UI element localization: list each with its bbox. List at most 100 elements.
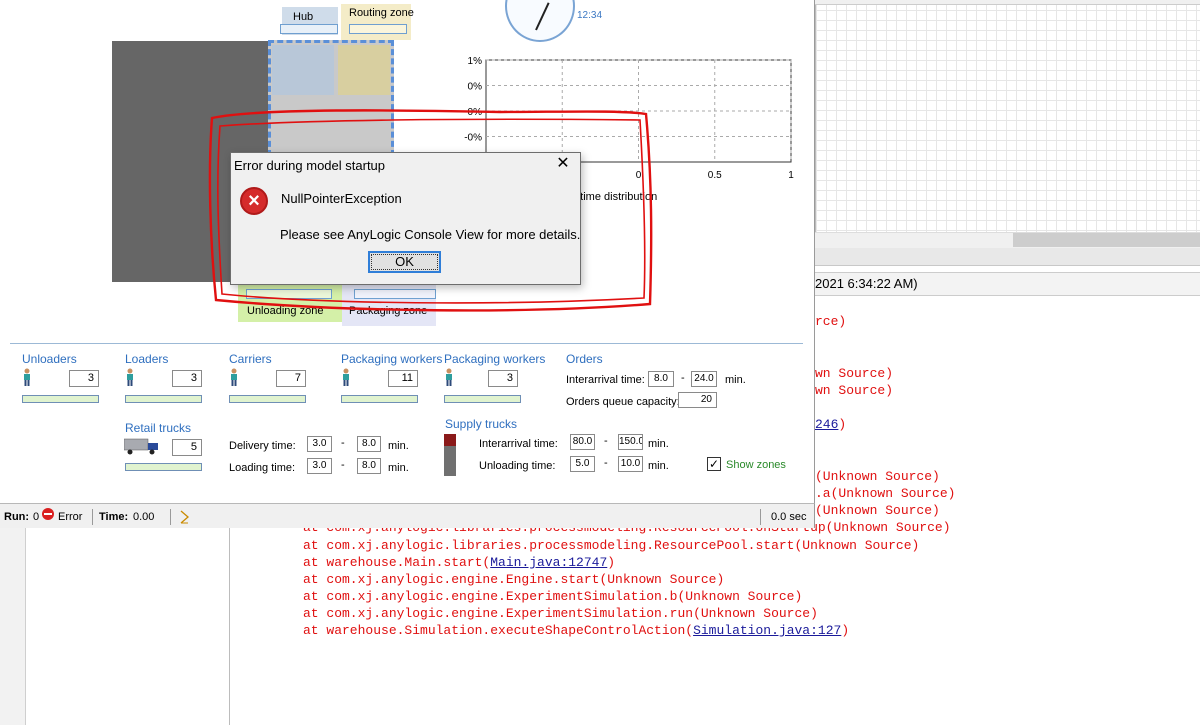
unloaders-count-field[interactable]: 3 (69, 370, 99, 387)
time-label: Time: (99, 511, 129, 523)
console-header-text: 2021 6:34:22 AM) (815, 276, 918, 291)
delivery-unit-label: min. (388, 440, 409, 452)
console-source-link[interactable]: Main.java:12747 (490, 555, 607, 570)
console-line-text: (Unknown Source) (815, 469, 940, 484)
range-dash: - (604, 457, 608, 469)
chart-x-tick-label: 0 (636, 170, 642, 181)
console-line-text: at com.xj.anylogic.engine.ExperimentSimu… (303, 606, 818, 621)
loading-time-min-field[interactable]: 3.0 (307, 458, 332, 474)
retail-trucks-title: Retail trucks (125, 421, 192, 435)
supply-interarrival-min-field[interactable]: 80.0 (570, 434, 595, 450)
loaders-title: Loaders (125, 352, 169, 366)
packaging-workers-count-field[interactable]: 11 (388, 370, 418, 387)
chart-x-tick-label: 0.5 (708, 170, 722, 181)
console-line: (Unknown Source) (815, 468, 940, 485)
editor-top-edge (815, 0, 1200, 5)
range-dash: - (341, 459, 345, 471)
editor-scrollbar-thumb[interactable] (1013, 233, 1200, 247)
orders-title: Orders (566, 352, 603, 366)
orders-interarrival-max-field[interactable]: 24.0 (691, 371, 717, 387)
editor-bottom-strip (815, 248, 1200, 266)
console-line: rce) (815, 313, 846, 330)
editor-canvas-grid (815, 0, 1200, 232)
packaging-workers-title-2: Packaging workers (444, 352, 546, 366)
chart-y-tick-label: -0% (464, 107, 482, 118)
console-source-link[interactable]: Simulation.java:127 (693, 623, 841, 638)
delivery-time-min-field[interactable]: 3.0 (307, 436, 332, 452)
unloaders-utilization-bar (22, 395, 99, 403)
unloading-zone-label: Unloading zone (247, 305, 324, 317)
supply-interarrival-max-field[interactable]: 150.0 (618, 434, 643, 450)
show-zones-checkbox[interactable]: ✓ (707, 457, 721, 471)
chart-y-tick-label: 0% (468, 82, 483, 93)
packaging-workers-count-field-2[interactable]: 3 (488, 370, 518, 387)
console-line-text: .a(Unknown Source) (815, 486, 956, 501)
console-line: wn Source) (815, 382, 893, 399)
orders-interarrival-min-field[interactable]: 8.0 (648, 371, 674, 387)
run-label: Run: (4, 511, 30, 523)
packaging-workers-title: Packaging workers (341, 352, 443, 366)
console-line-text: ) (607, 555, 616, 570)
error-status-label: Error (58, 511, 83, 523)
carriers-title: Carriers (229, 352, 272, 366)
console-line: (Unknown Source) (815, 502, 940, 519)
loading-time-max-field[interactable]: 8.0 (357, 458, 381, 474)
supply-unloading-min-field[interactable]: 5.0 (570, 456, 595, 472)
truck-icon (124, 438, 158, 455)
ide-left-panel (0, 503, 230, 725)
loaders-count-field[interactable]: 3 (172, 370, 202, 387)
console-line: at warehouse.Simulation.executeShapeCont… (303, 622, 849, 639)
packaging-workers-utilization-bar-2 (444, 395, 521, 403)
person-icon (343, 368, 349, 386)
console-line-text: at com.xj.anylogic.engine.ExperimentSimu… (303, 589, 803, 604)
status-separator (760, 509, 761, 525)
supply-unloading-label: Unloading time: (479, 460, 556, 472)
range-dash: - (341, 437, 345, 449)
error-status-icon (42, 508, 54, 520)
carriers-utilization-bar (229, 395, 306, 403)
storage-cell (338, 45, 390, 95)
dialog-title: Error during model startup (234, 158, 386, 173)
person-icon (231, 368, 237, 386)
clock-time-text: 12:34 (577, 10, 603, 21)
supply-unloading-unit: min. (648, 460, 669, 472)
console-line: at com.xj.anylogic.engine.ExperimentSimu… (303, 588, 802, 605)
delivery-time-label: Delivery time: (229, 440, 296, 452)
step-forward-icon[interactable] (180, 510, 190, 524)
person-icon (127, 368, 133, 386)
chart-y-tick-label: 1% (468, 56, 483, 67)
loading-time-label: Loading time: (229, 462, 296, 474)
ide-left-rail (0, 503, 26, 725)
supply-trucks-title: Supply trucks (445, 417, 518, 431)
orders-queue-capacity-field[interactable]: 20 (678, 392, 717, 408)
console-line-text: at com.xj.anylogic.engine.Engine.start(U… (303, 572, 725, 587)
console-source-link[interactable]: 246 (815, 417, 838, 432)
console-line: at com.xj.anylogic.engine.Engine.start(U… (303, 571, 724, 588)
close-icon[interactable]: ✕ (554, 154, 572, 174)
orders-interarrival-label: Interarrival time: (566, 374, 645, 386)
console-line: 246) (815, 416, 846, 433)
delivery-time-max-field[interactable]: 8.0 (357, 436, 381, 452)
retail-trucks-count-field[interactable]: 5 (172, 439, 202, 456)
console-line-text: (Unknown Source) (815, 503, 940, 518)
range-dash: - (604, 435, 608, 447)
chart-x-axis-label: g time distribution (571, 191, 657, 203)
console-line-text: at com.xj.anylogic.libraries.processmode… (303, 538, 920, 553)
orders-unit-label: min. (725, 374, 746, 386)
show-zones-label[interactable]: Show zones (726, 459, 786, 471)
dialog-details-text: Please see AnyLogic Console View for mor… (280, 227, 581, 242)
supply-unloading-max-field[interactable]: 10.0 (618, 456, 643, 472)
routing-zone-label: Routing zone (349, 7, 414, 19)
orders-queue-label: Orders queue capacity: (566, 396, 680, 408)
console-line-text: at warehouse.Main.start( (303, 555, 491, 570)
supply-truck-indicator-top (444, 434, 456, 446)
packaging-zone-label: Packaging zone (349, 305, 428, 317)
carriers-count-field[interactable]: 7 (276, 370, 306, 387)
dialog-exception-text: NullPointerException (281, 191, 402, 206)
person-icon (24, 368, 30, 386)
console-line-text: rce) (815, 314, 847, 329)
elapsed-time: 0.0 sec (771, 511, 807, 523)
console-line: wn Source) (815, 365, 893, 382)
person-icon (446, 368, 452, 386)
hub-zone-label: Hub (293, 11, 314, 23)
